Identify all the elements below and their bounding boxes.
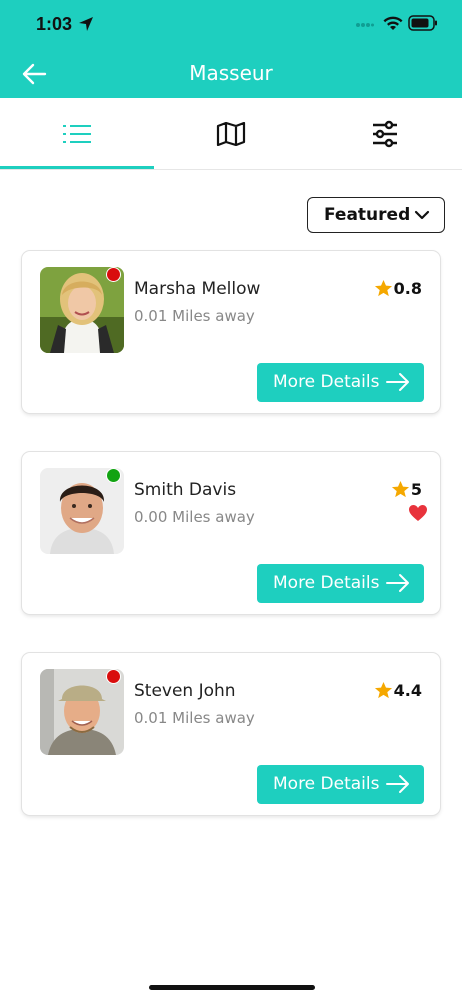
sort-label: Featured <box>324 205 411 225</box>
battery-icon <box>408 15 437 31</box>
tab-list[interactable] <box>0 98 154 170</box>
masseur-name: Marsha Mellow <box>134 279 261 299</box>
sliders-icon <box>373 120 397 148</box>
star-icon <box>391 480 409 498</box>
masseur-distance: 0.00 Miles away <box>134 508 255 526</box>
masseur-card[interactable]: Smith Davis 0.00 Miles away 5 More Detai… <box>22 452 440 614</box>
heart-icon[interactable] <box>408 504 428 522</box>
masseur-name: Steven John <box>134 681 236 701</box>
signal-dots-icon <box>356 23 374 27</box>
home-indicator <box>149 985 315 990</box>
tab-map[interactable] <box>154 98 308 170</box>
wifi-icon <box>383 16 403 30</box>
status-time: 1:03 <box>36 14 73 34</box>
status-dot <box>106 669 121 684</box>
star-icon <box>374 681 392 699</box>
status-bar: 1:03 <box>0 0 462 50</box>
arrow-right-icon <box>386 373 409 391</box>
active-tab-indicator <box>0 166 154 169</box>
masseur-name: Smith Davis <box>134 480 237 500</box>
navigation-bar: Masseur <box>0 50 462 98</box>
more-details-button[interactable]: More Details <box>257 564 424 603</box>
more-details-label: More Details <box>273 573 380 593</box>
rating: 4.4 <box>374 681 422 700</box>
more-details-button[interactable]: More Details <box>257 765 424 804</box>
more-details-label: More Details <box>273 372 380 392</box>
rating-value: 0.8 <box>393 279 422 298</box>
app-header: 1:03 Masseur <box>0 0 462 98</box>
more-details-label: More Details <box>273 774 380 794</box>
page-title: Masseur <box>189 61 273 85</box>
more-details-button[interactable]: More Details <box>257 363 424 402</box>
arrow-right-icon <box>386 775 409 793</box>
rating: 0.8 <box>374 279 422 298</box>
sort-dropdown[interactable]: Featured <box>307 197 445 233</box>
location-arrow-icon <box>79 17 93 31</box>
arrow-right-icon <box>386 574 409 592</box>
masseur-distance: 0.01 Miles away <box>134 307 255 325</box>
masseur-card[interactable]: Marsha Mellow 0.01 Miles away 0.8 More D… <box>22 251 440 413</box>
masseur-card[interactable]: Steven John 0.01 Miles away 4.4 More Det… <box>22 653 440 815</box>
tab-filters[interactable] <box>308 98 462 170</box>
list-icon <box>63 125 91 143</box>
rating-value: 4.4 <box>393 681 422 700</box>
status-dot <box>106 468 121 483</box>
rating: 5 <box>391 480 422 499</box>
status-dot <box>106 267 121 282</box>
star-icon <box>374 279 392 297</box>
chevron-down-icon <box>414 210 430 220</box>
masseur-distance: 0.01 Miles away <box>134 709 255 727</box>
map-icon <box>216 122 246 146</box>
view-tabs <box>0 98 462 170</box>
rating-value: 5 <box>410 480 422 499</box>
